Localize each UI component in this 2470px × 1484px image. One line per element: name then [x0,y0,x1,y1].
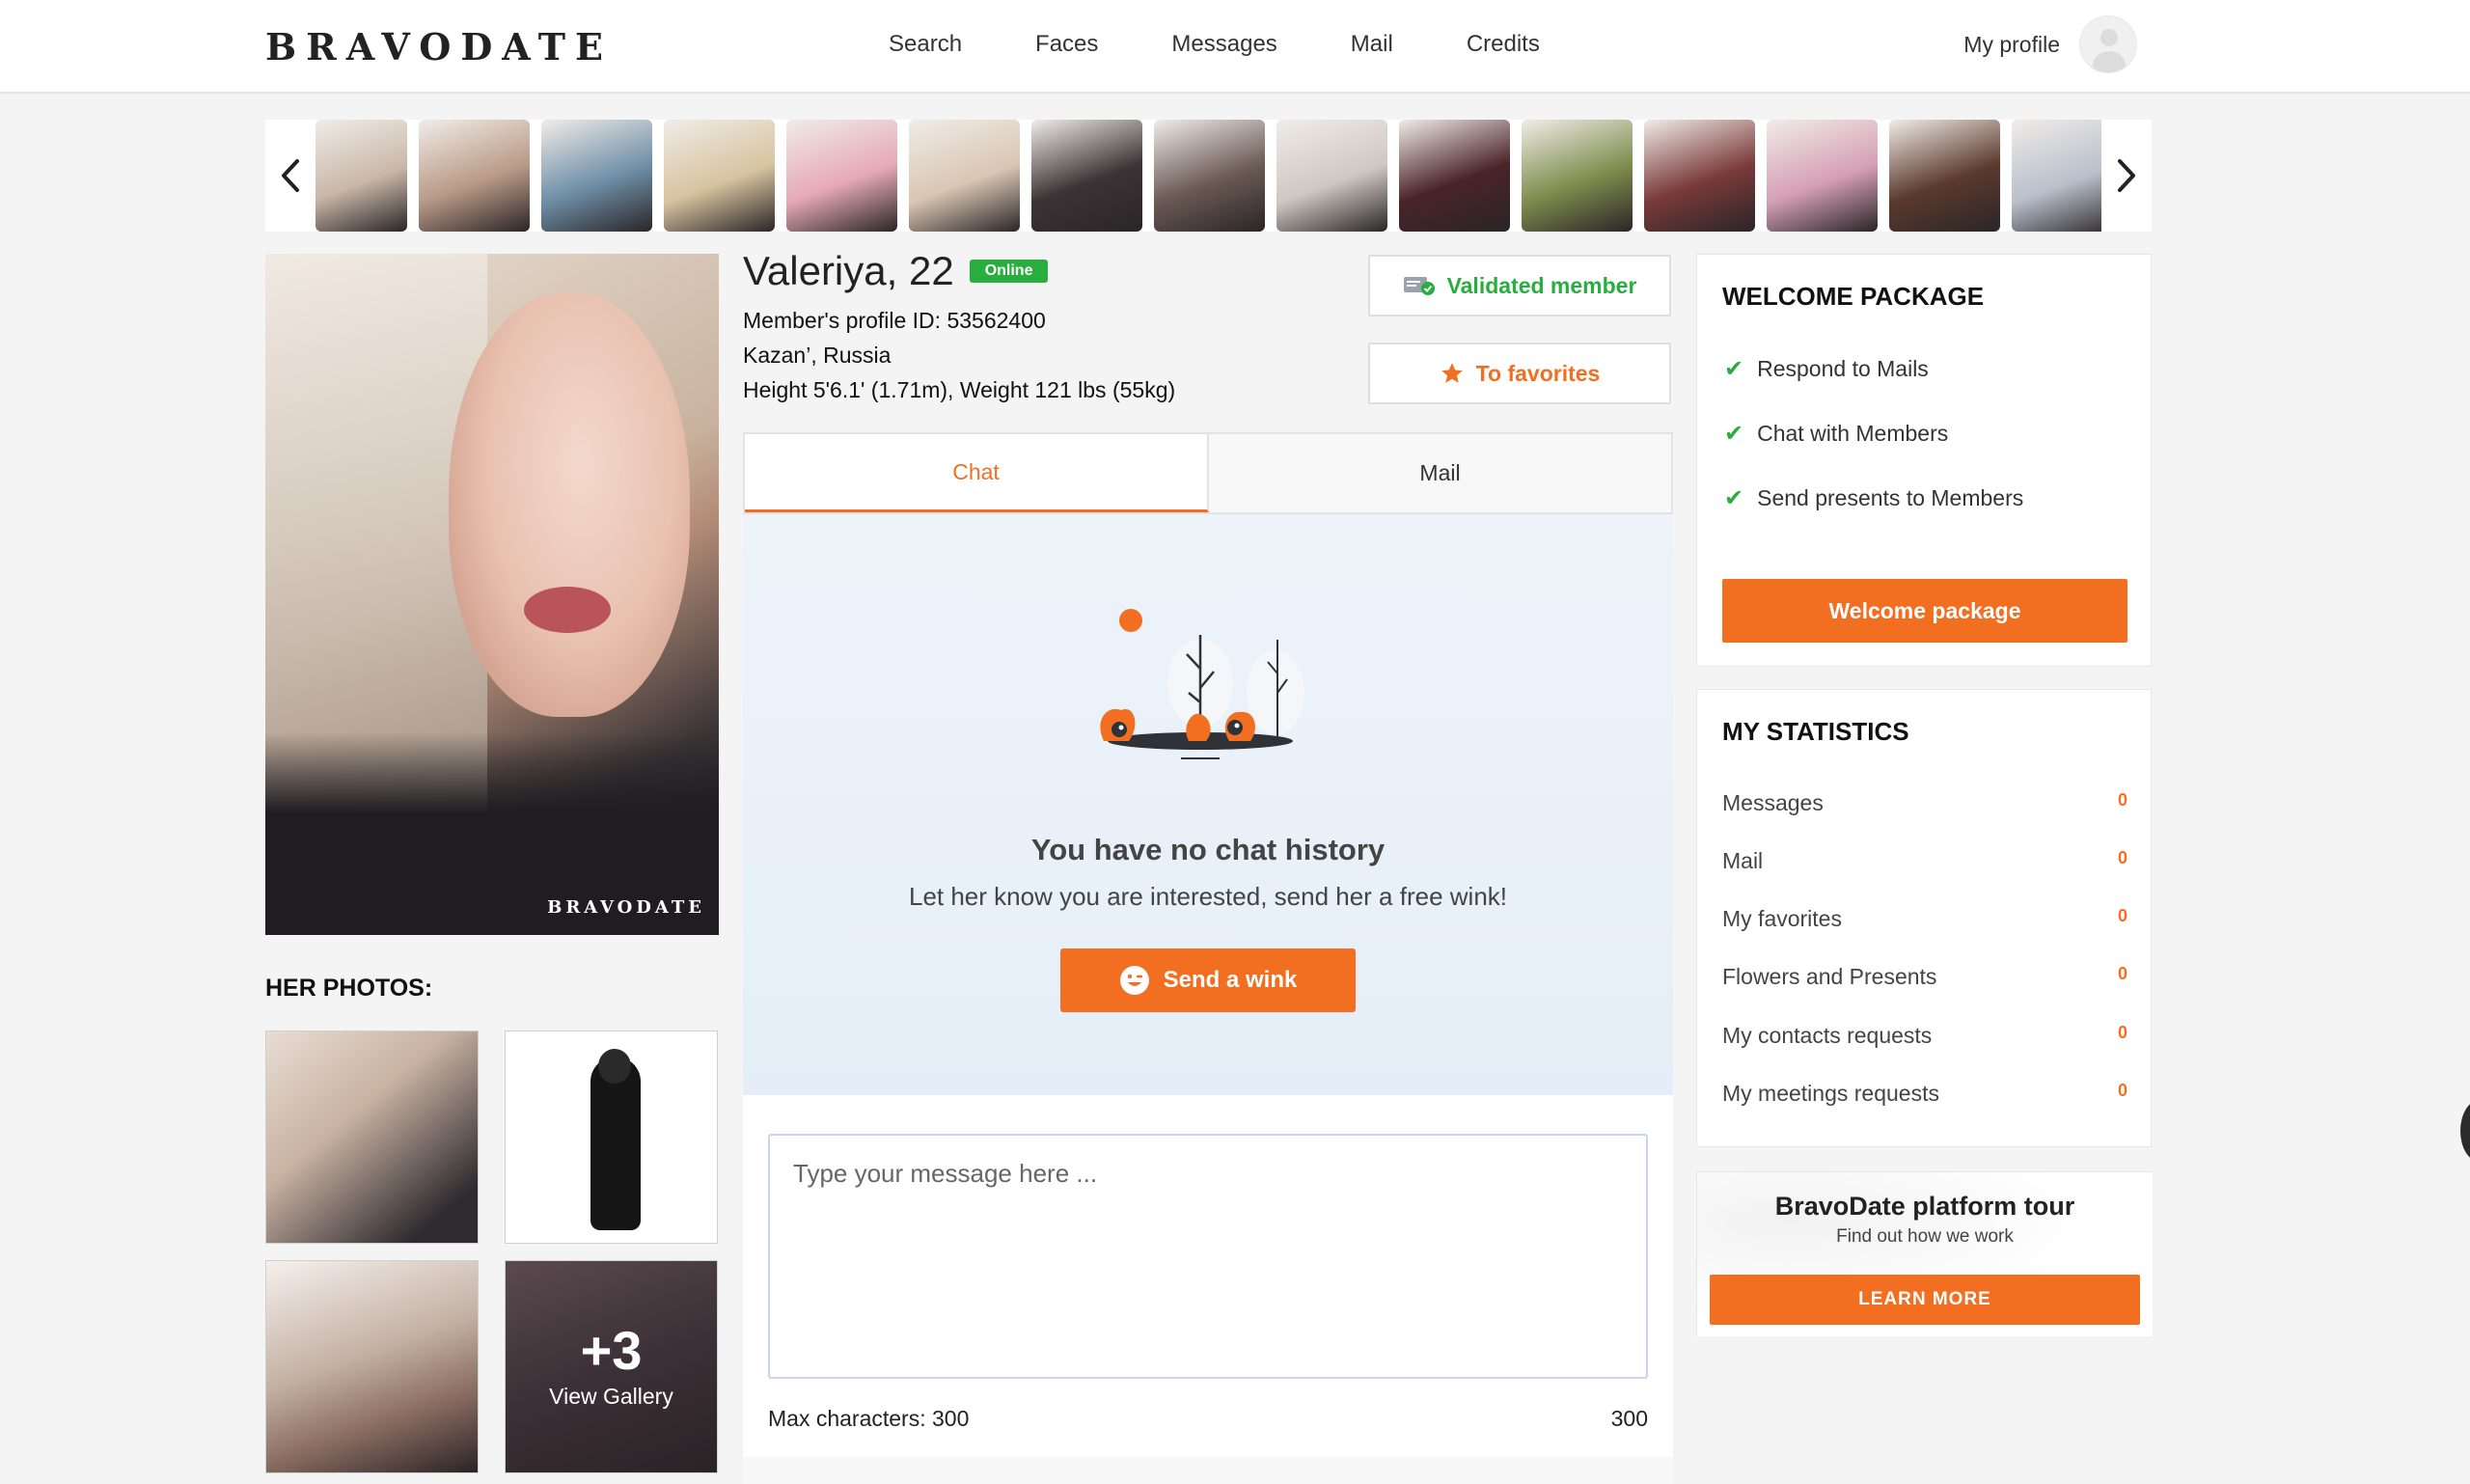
welcome-package-button[interactable]: Welcome package [1722,579,2127,643]
chevron-left-icon [282,159,299,192]
profile-label[interactable]: My profile [1963,32,2060,58]
tab-mail[interactable]: Mail [1209,434,1671,512]
nav-faces[interactable]: Faces [1035,31,1098,58]
stat-row[interactable]: Mail 0 [1722,848,2127,874]
send-wink-button[interactable]: Send a wink [1060,948,1356,1012]
photo-thumb-1[interactable] [265,1031,479,1244]
welcome-item: ✔ Chat with Members [1724,421,1949,447]
nav-search[interactable]: Search [889,31,962,58]
profile-name-row: Valeriya, 22 Online [743,248,1049,294]
carousel-face-thumb[interactable] [541,120,652,232]
profile-id: Member's profile ID: 53562400 [743,308,1046,333]
gallery-more-count: +3 [580,1320,643,1381]
carousel-face-thumb[interactable] [786,120,897,232]
learn-more-button[interactable]: LEARN MORE [1710,1275,2140,1325]
carousel-face-thumb[interactable] [1644,120,1755,232]
carousel-prev-button[interactable] [265,120,316,232]
profile-physical: Height 5'6.1' (1.71m), Weight 121 lbs (5… [743,377,1176,402]
star-icon [1441,363,1463,383]
carousel-face-thumb[interactable] [1399,120,1510,232]
empty-chat-title: You have no chat history [1030,833,1386,866]
carousel-face-thumb[interactable] [1276,120,1387,232]
carousel-face-thumb[interactable] [1889,120,2000,232]
photo-watermark: BRAVODATE [547,897,705,918]
main-profile-photo[interactable]: BRAVODATE [265,254,719,935]
carousel-face-thumb[interactable] [2012,120,2101,232]
carousel-face-thumb[interactable] [664,120,775,232]
empty-chat-illustration-icon [1100,609,1304,759]
chat-area: You have no chat history Let her know yo… [743,514,1673,1095]
carousel-face-thumb[interactable] [1522,120,1633,232]
stat-row[interactable]: Flowers and Presents 0 [1722,964,2127,990]
carousel-face-thumb[interactable] [1767,120,1878,232]
online-badge: Online [969,260,1049,283]
send-wink-label: Send a wink [1163,967,1298,993]
empty-chat-subtitle: Let her know you are interested, send he… [908,882,1507,911]
my-statistics-title: MY STATISTICS [1722,717,1909,746]
carousel-face-thumb[interactable] [909,120,1020,232]
characters-remaining: 300 [1610,1406,1648,1431]
carousel-next-button[interactable] [2101,120,2152,232]
validated-member-label: Validated member [1446,272,1637,298]
message-composer: Type your message here ... Max character… [743,1095,1673,1484]
photo-thumb-3[interactable] [265,1260,479,1473]
welcome-package-title: WELCOME PACKAGE [1722,282,1985,311]
platform-tour-title: BravoDate platform tour [1774,1192,2075,1221]
carousel-face-thumb[interactable] [1154,120,1265,232]
max-characters-label: Max characters: 300 [768,1406,970,1431]
stat-row[interactable]: Messages 0 [1722,790,2127,816]
carousel-face-thumb[interactable] [419,120,530,232]
smiley-icon [1119,966,1149,995]
checkmark-icon: ✔ [1724,485,1744,511]
floating-help-button[interactable] [2460,1100,2470,1162]
view-gallery-tile[interactable]: +3 View Gallery [505,1260,718,1473]
view-gallery-label[interactable]: View Gallery [549,1384,673,1410]
checkmark-icon: ✔ [1724,421,1744,447]
carousel-face-thumb[interactable] [1031,120,1142,232]
checkmark-icon: ✔ [1724,356,1744,382]
validated-member-button[interactable]: Validated member [1368,255,1671,316]
tab-chat[interactable]: Chat [745,434,1209,512]
welcome-package-card: WELCOME PACKAGE ✔ Respond to Mails ✔ Cha… [1696,254,2152,667]
carousel-track [316,120,2101,232]
profile-location: Kazan’, Russia [743,343,892,368]
stat-row[interactable]: My contacts requests 0 [1722,1023,2127,1049]
her-photos-title: HER PHOTOS: [265,975,433,1002]
nav-credits[interactable]: Credits [1467,31,1540,58]
chevron-right-icon [2118,159,2135,192]
message-input[interactable]: Type your message here ... [768,1134,1648,1379]
main-nav: Search Faces Messages Mail Credits [889,31,1613,58]
to-favorites-label: To favorites [1475,360,1601,386]
photo-thumb-2[interactable] [505,1031,718,1244]
welcome-item: ✔ Send presents to Members [1724,485,2024,511]
my-statistics-card: MY STATISTICS Messages 0 Mail 0 My favor… [1696,689,2152,1147]
profile-menu[interactable]: My profile [1963,15,2137,73]
avatar[interactable] [2079,15,2137,73]
faces-carousel [265,120,2152,232]
validated-card-icon [1403,277,1435,295]
platform-tour-card: BravoDate platform tour Find out how we … [1696,1171,2153,1336]
platform-tour-subtitle: Find out how we work [1836,1226,2014,1247]
conversation-tabs: Chat Mail [743,432,1673,514]
nav-mail[interactable]: Mail [1351,31,1393,58]
site-logo[interactable]: BRAVODATE [265,25,613,69]
carousel-face-thumb[interactable] [316,120,407,232]
profile-name: Valeriya, 22 [743,248,954,293]
stat-row[interactable]: My favorites 0 [1722,906,2127,932]
welcome-item: ✔ Respond to Mails [1724,356,1929,382]
stat-row[interactable]: My meetings requests 0 [1722,1081,2127,1107]
top-header: BRAVODATE Search Faces Messages Mail Cre… [0,0,2470,94]
nav-messages[interactable]: Messages [1171,31,1276,58]
to-favorites-button[interactable]: To favorites [1368,343,1671,404]
